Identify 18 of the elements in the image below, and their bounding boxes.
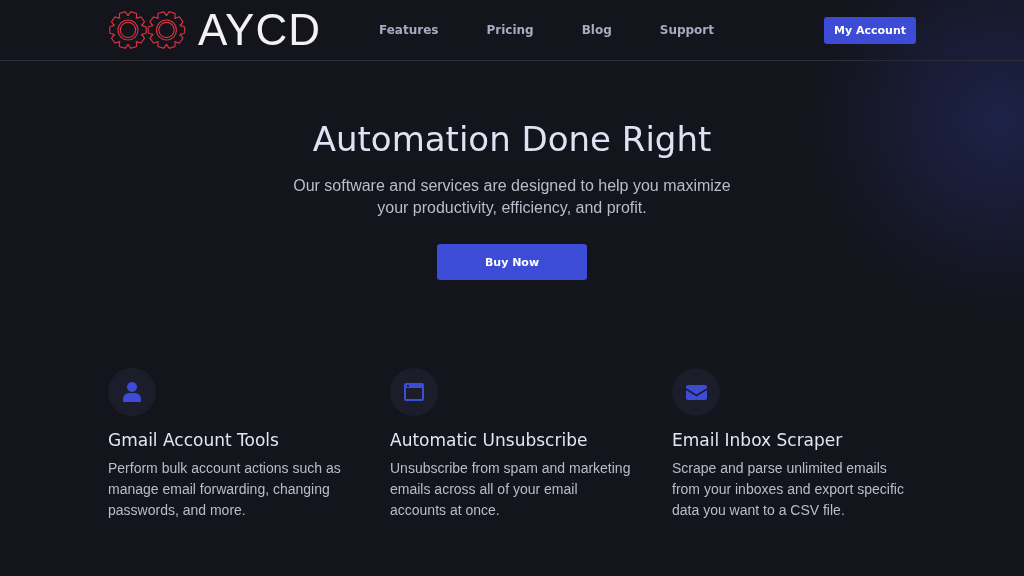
feature-title: Automatic Unsubscribe <box>390 430 589 450</box>
feature-title: Gmail Account Tools <box>108 430 280 450</box>
feature-description: Unsubscribe from spam and marketing emails across all of your email accounts at once. <box>390 459 632 520</box>
feature-title: Email Inbox Scraper <box>672 430 844 450</box>
nav-link[interactable]: Blog <box>581 23 612 37</box>
feature-description: Scrape and parse unlimited emails from your inboxes and export specific data you want to a CSV file. <box>672 459 905 520</box>
hero-title: Automation Done Right <box>312 119 712 159</box>
logo-text: AYCD <box>198 5 321 55</box>
nav-link[interactable]: Features <box>379 23 439 37</box>
feature-description: Perform bulk account actions such as manage email forwarding, changing passwords, and more. <box>108 459 342 520</box>
my-account-button[interactable]: My Account <box>824 16 916 44</box>
hero-subtitle: Our software and services are designed to help you maximize your productivity, efficiency, and profit. <box>292 176 732 218</box>
browser-window-icon <box>404 383 424 401</box>
envelope-icon <box>685 384 707 400</box>
user-icon <box>123 382 141 402</box>
nav-link[interactable]: Support <box>659 23 714 37</box>
nav-link[interactable]: Pricing <box>486 23 534 37</box>
buy-now-button[interactable]: Buy Now <box>437 244 587 280</box>
